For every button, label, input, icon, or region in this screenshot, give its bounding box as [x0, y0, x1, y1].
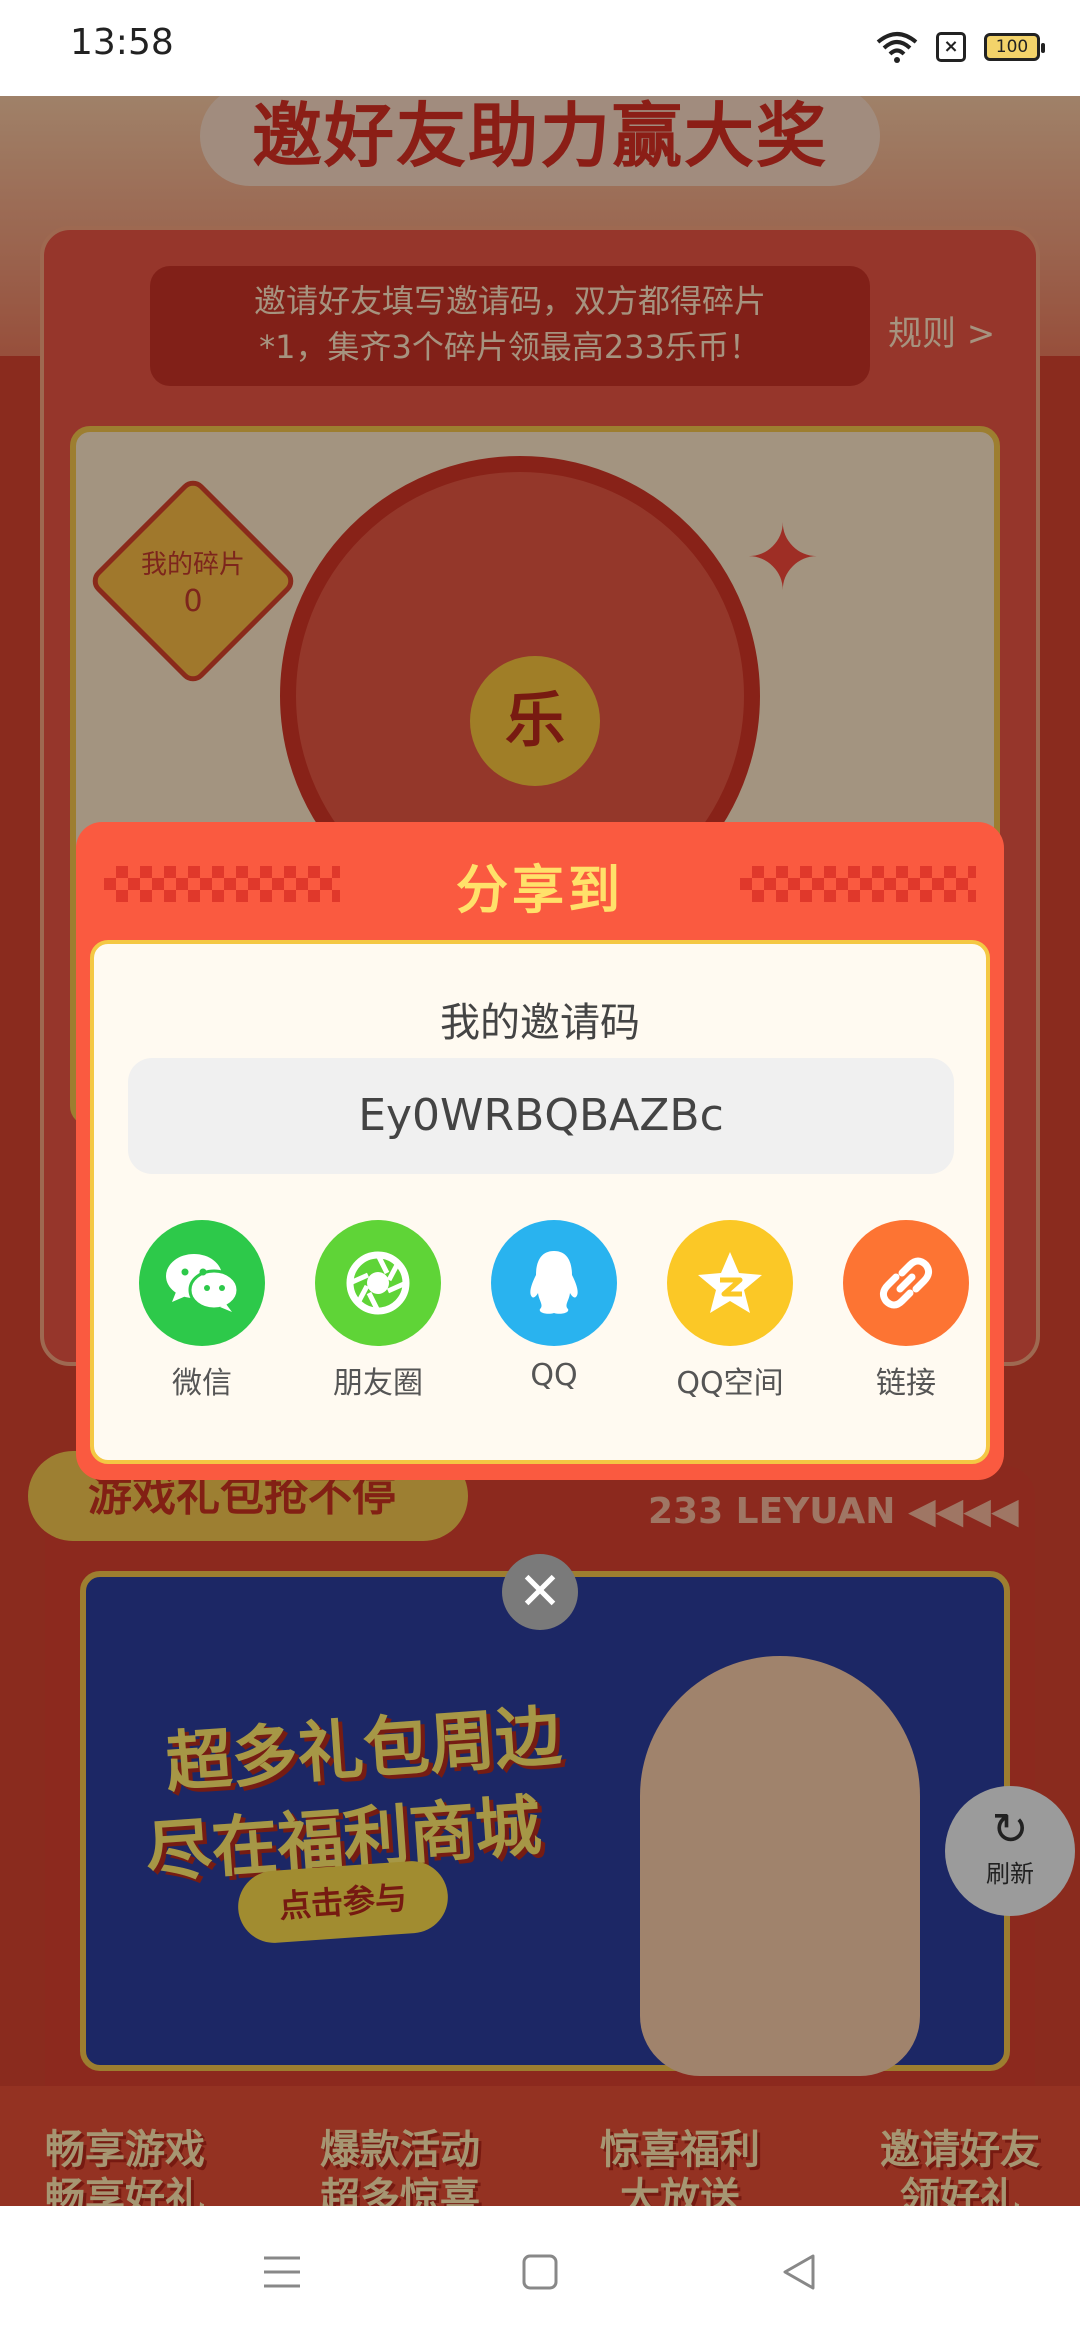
navigation-bar [0, 2206, 1080, 2340]
close-button[interactable]: ✕ [502, 1554, 578, 1630]
wifi-icon [876, 32, 918, 63]
share-link-label: 链接 [876, 1366, 936, 1401]
moments-icon [315, 1220, 441, 1346]
close-icon: ✕ [518, 1562, 562, 1622]
link-icon [843, 1220, 969, 1346]
share-wechat-button[interactable]: 微信 [132, 1220, 272, 1402]
invite-code-label: 我的邀请码 [440, 1000, 640, 1046]
back-button[interactable] [768, 2242, 828, 2302]
share-moments-button[interactable]: 朋友圈 [308, 1220, 448, 1402]
share-qq-label: QQ [530, 1358, 578, 1393]
status-bar: 13:58 × 100 [0, 0, 1080, 96]
home-icon [522, 2254, 558, 2290]
back-icon [783, 2254, 815, 2290]
wechat-icon [139, 1220, 265, 1346]
share-moments-label: 朋友圈 [333, 1366, 423, 1401]
qq-icon [491, 1220, 617, 1346]
menu-button[interactable] [252, 2242, 312, 2302]
share-qzone-label: QQ空间 [676, 1366, 784, 1401]
home-button[interactable] [510, 2242, 570, 2302]
share-qq-button[interactable]: QQ [484, 1220, 624, 1393]
share-qzone-button[interactable]: QQ空间 [660, 1220, 800, 1402]
invite-code-box[interactable]: Ey0WRBQBAZBc [128, 1058, 954, 1174]
qzone-icon [667, 1220, 793, 1346]
status-icons: × 100 [876, 30, 1045, 64]
sim-off-icon: × [936, 32, 966, 62]
status-time: 13:58 [70, 22, 174, 63]
battery-icon: 100 [984, 33, 1045, 61]
share-link-button[interactable]: 链接 [836, 1220, 976, 1402]
menu-icon [264, 2256, 300, 2288]
dialog-title: 分享到 [455, 861, 624, 921]
share-dialog: 分享到 我的邀请码 Ey0WRBQBAZBc 微信 朋友圈 QQ QQ空间 链接 [76, 822, 1004, 1480]
share-content-card: 我的邀请码 Ey0WRBQBAZBc 微信 朋友圈 QQ QQ空间 链接 [90, 940, 990, 1464]
share-wechat-label: 微信 [172, 1366, 232, 1401]
